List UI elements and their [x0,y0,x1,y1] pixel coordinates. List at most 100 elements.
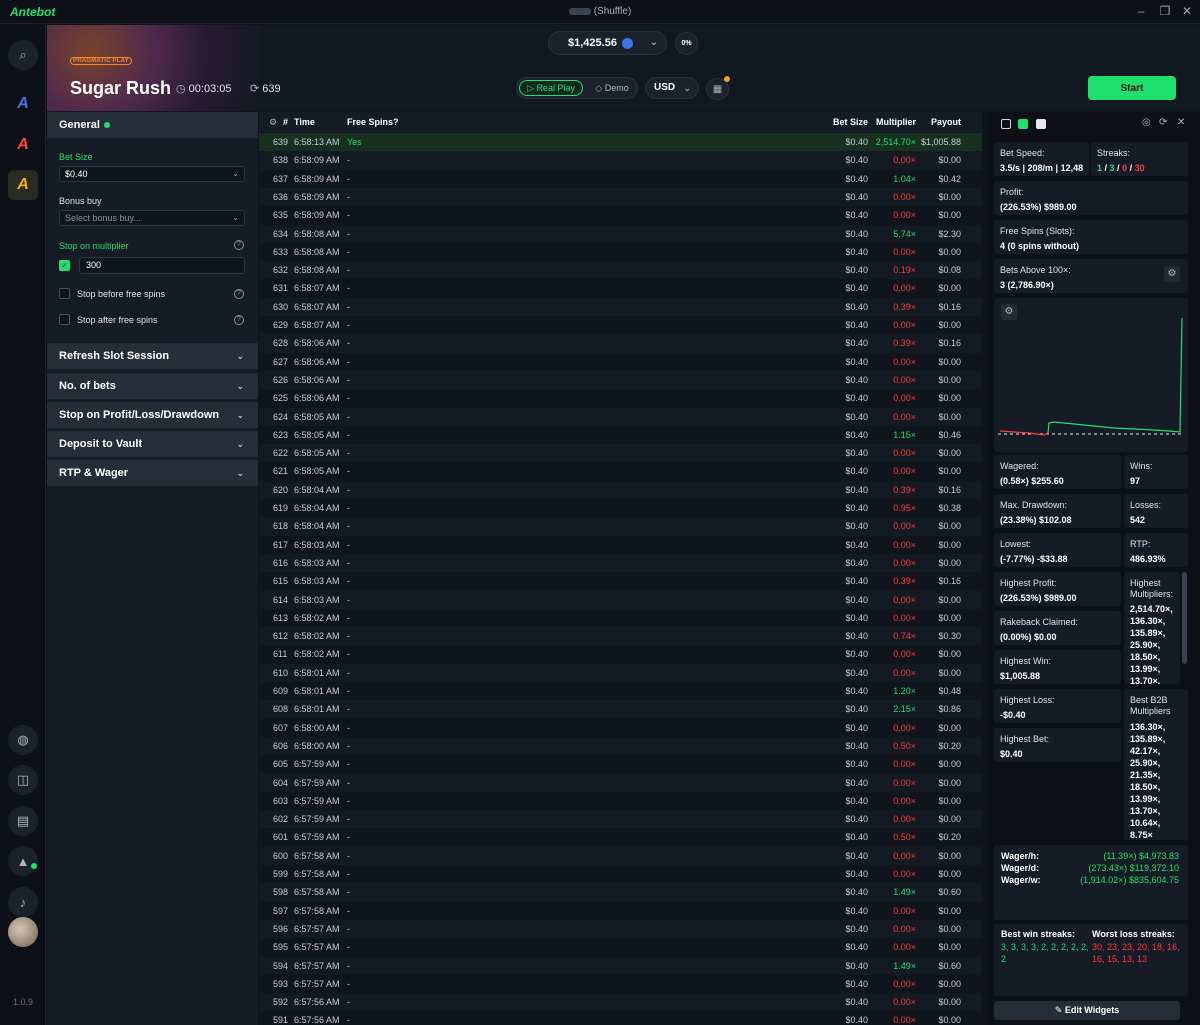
table-row[interactable]: 618 6:58:04 AM - $0.40 0.00× $0.00 [259,517,982,536]
table-row[interactable]: 619 6:58:04 AM - $0.40 0.95× $0.38 [259,499,982,517]
table-row[interactable]: 633 6:58:08 AM - $0.40 0.00× $0.00 [259,243,982,261]
table-row[interactable]: 608 6:58:01 AM - $0.40 2.15× $0.86 [259,700,982,719]
cell-id: 634 [273,228,289,239]
table-row[interactable]: 597 6:57:58 AM - $0.40 0.00× $0.00 [259,902,982,920]
table-row[interactable]: 620 6:58:04 AM - $0.40 0.39× $0.16 [259,480,982,499]
refresh-icon[interactable]: ⟳ [1159,117,1167,128]
table-icon[interactable]: ▤ [8,806,38,836]
table-row[interactable]: 635 6:58:09 AM - $0.40 0.00× $0.00 [259,206,982,224]
cell-id: 593 [273,978,289,989]
table-row[interactable]: 617 6:58:03 AM - $0.40 0.00× $0.00 [259,536,982,554]
table-row[interactable]: 609 6:58:01 AM - $0.40 1.20× $0.48 [259,682,982,700]
table-row[interactable]: 603 6:57:59 AM - $0.40 0.00× $0.00 [259,792,982,810]
table-row[interactable]: 611 6:58:02 AM - $0.40 0.00× $0.00 [259,645,982,663]
stop-before-free-checkbox[interactable] [59,288,70,299]
warning-icon[interactable]: ▲ [8,846,38,876]
table-row[interactable]: 630 6:58:07 AM - $0.40 0.39× $0.16 [259,297,982,316]
layout-full-icon[interactable] [1036,119,1046,129]
real-play-button[interactable]: ▷ Real Play [519,80,583,96]
table-row[interactable]: 592 6:57:56 AM - $0.40 0.00× $0.00 [259,993,982,1012]
globe-icon[interactable]: ◍ [8,725,38,755]
stop-multiplier-checkbox[interactable]: ✓ [59,260,70,271]
table-row[interactable]: 600 6:57:58 AM - $0.40 0.00× $0.00 [259,846,982,865]
chat-icon[interactable]: ◫ [8,765,38,795]
table-row[interactable]: 623 6:58:05 AM - $0.40 1.15× $0.46 [259,426,982,444]
table-row[interactable]: 615 6:58:03 AM - $0.40 0.39× $0.16 [259,572,982,590]
table-row[interactable]: 625 6:58:06 AM - $0.40 0.00× $0.00 [259,389,982,407]
minimize-icon[interactable]: – [1134,4,1148,18]
currency-selector[interactable]: USD ⌄ [645,77,699,99]
search-icon[interactable]: ⌕ [8,40,38,70]
table-row[interactable]: 614 6:58:03 AM - $0.40 0.00× $0.00 [259,590,982,609]
table-row[interactable]: 631 6:58:07 AM - $0.40 0.00× $0.00 [259,279,982,297]
table-row[interactable]: 622 6:58:05 AM - $0.40 0.00× $0.00 [259,444,982,463]
section-stop-profit-loss[interactable]: Stop on Profit/Loss/Drawdown ⌄ [47,402,258,428]
table-row[interactable]: 616 6:58:03 AM - $0.40 0.00× $0.00 [259,553,982,573]
antebot-slots-icon[interactable]: A [8,170,38,200]
table-row[interactable]: 613 6:58:02 AM - $0.40 0.00× $0.00 [259,609,982,627]
cell-bet-size: $0.40 [845,850,868,861]
table-row[interactable]: 607 6:58:00 AM - $0.40 0.00× $0.00 [259,719,982,737]
table-row[interactable]: 612 6:58:02 AM - $0.40 0.74× $0.30 [259,627,982,646]
edit-widgets-button[interactable]: ✎ Edit Widgets [994,1001,1180,1020]
table-row[interactable]: 632 6:58:08 AM - $0.40 0.19× $0.08 [259,261,982,280]
help-icon[interactable]: ? [234,240,244,250]
avatar[interactable] [8,917,38,947]
table-row[interactable]: 639 6:58:13 AM Yes $0.40 2,514.70× $1,005.88 [259,133,982,152]
restore-icon[interactable]: ❐ [1158,4,1172,18]
percent-button[interactable]: 0% [675,32,698,55]
stop-multiplier-input[interactable]: 300 [79,257,245,274]
col-time: Time [294,117,315,127]
table-row[interactable]: 605 6:57:59 AM - $0.40 0.00× $0.00 [259,755,982,773]
help-icon[interactable]: ? [234,315,244,325]
scrollbar[interactable] [1182,572,1187,664]
table-row[interactable]: 595 6:57:57 AM - $0.40 0.00× $0.00 [259,938,982,956]
layout-split-icon[interactable] [1018,119,1028,129]
table-row[interactable]: 638 6:58:09 AM - $0.40 0.00× $0.00 [259,151,982,170]
table-row[interactable]: 598 6:57:58 AM - $0.40 1.49× $0.60 [259,883,982,902]
layout-left-icon[interactable] [1001,119,1011,129]
table-row[interactable]: 601 6:57:59 AM - $0.40 0.50× $0.20 [259,828,982,846]
section-general[interactable]: General [47,112,258,138]
gear-icon[interactable]: ⚙ [1164,266,1180,282]
table-row[interactable]: 602 6:57:59 AM - $0.40 0.00× $0.00 [259,810,982,829]
table-row[interactable]: 591 6:57:56 AM - $0.40 0.00× $0.00 [259,1011,982,1025]
section-refresh-slot-session[interactable]: Refresh Slot Session ⌄ [47,343,258,369]
table-row[interactable]: 599 6:57:58 AM - $0.40 0.00× $0.00 [259,865,982,883]
hide-icon[interactable]: ◎ [1142,117,1151,128]
balance-selector[interactable]: $1,425.56 ⌄ [548,31,667,55]
section-deposit-vault[interactable]: Deposit to Vault ⌄ [47,431,258,457]
start-button[interactable]: Start [1088,76,1176,100]
table-row[interactable]: 594 6:57:57 AM - $0.40 1.49× $0.60 [259,956,982,975]
table-row[interactable]: 629 6:58:07 AM - $0.40 0.00× $0.00 [259,316,982,334]
antebot-blue-icon[interactable]: A [8,89,38,119]
help-icon[interactable]: ? [234,289,244,299]
bonus-buy-select[interactable]: Select bonus buy... ⌄ [59,210,245,226]
antebot-red-icon[interactable]: A [8,130,38,160]
cell-time: 6:58:01 AM [294,686,340,696]
close-icon[interactable]: ✕ [1180,4,1194,18]
table-row[interactable]: 604 6:57:59 AM - $0.40 0.00× $0.00 [259,773,982,792]
table-row[interactable]: 593 6:57:57 AM - $0.40 0.00× $0.00 [259,975,982,993]
table-row[interactable]: 606 6:58:00 AM - $0.40 0.50× $0.20 [259,736,982,756]
section-rtp-wager[interactable]: RTP & Wager ⌄ [47,460,258,486]
table-row[interactable]: 637 6:58:09 AM - $0.40 1.04× $0.42 [259,170,982,188]
table-row[interactable]: 624 6:58:05 AM - $0.40 0.00× $0.00 [259,407,982,426]
section-no-of-bets[interactable]: No. of bets ⌄ [47,373,258,399]
table-row[interactable]: 626 6:58:06 AM - $0.40 0.00× $0.00 [259,370,982,390]
table-row[interactable]: 636 6:58:09 AM - $0.40 0.00× $0.00 [259,187,982,207]
table-row[interactable]: 621 6:58:05 AM - $0.40 0.00× $0.00 [259,462,982,480]
bet-size-select[interactable]: $0.40 ⌄ [59,166,245,182]
table-row[interactable]: 610 6:58:01 AM - $0.40 0.00× $0.00 [259,663,982,682]
table-row[interactable]: 627 6:58:06 AM - $0.40 0.00× $0.00 [259,353,982,371]
bell-icon[interactable]: ♪ [8,887,38,917]
table-row[interactable]: 596 6:57:57 AM - $0.40 0.00× $0.00 [259,919,982,939]
demo-button[interactable]: ◇ Demo [587,80,637,96]
wagered-card: Wagered: (0.58×) $255.60 [994,455,1121,489]
table-row[interactable]: 628 6:58:06 AM - $0.40 0.39× $0.16 [259,334,982,353]
table-row[interactable]: 634 6:58:08 AM - $0.40 5.74× $2.30 [259,224,982,243]
close-icon[interactable]: ✕ [1177,117,1185,128]
cell-time: 6:57:59 AM [294,759,340,770]
gear-icon[interactable]: ⚙ [269,117,277,128]
stop-after-free-checkbox[interactable] [59,314,70,325]
